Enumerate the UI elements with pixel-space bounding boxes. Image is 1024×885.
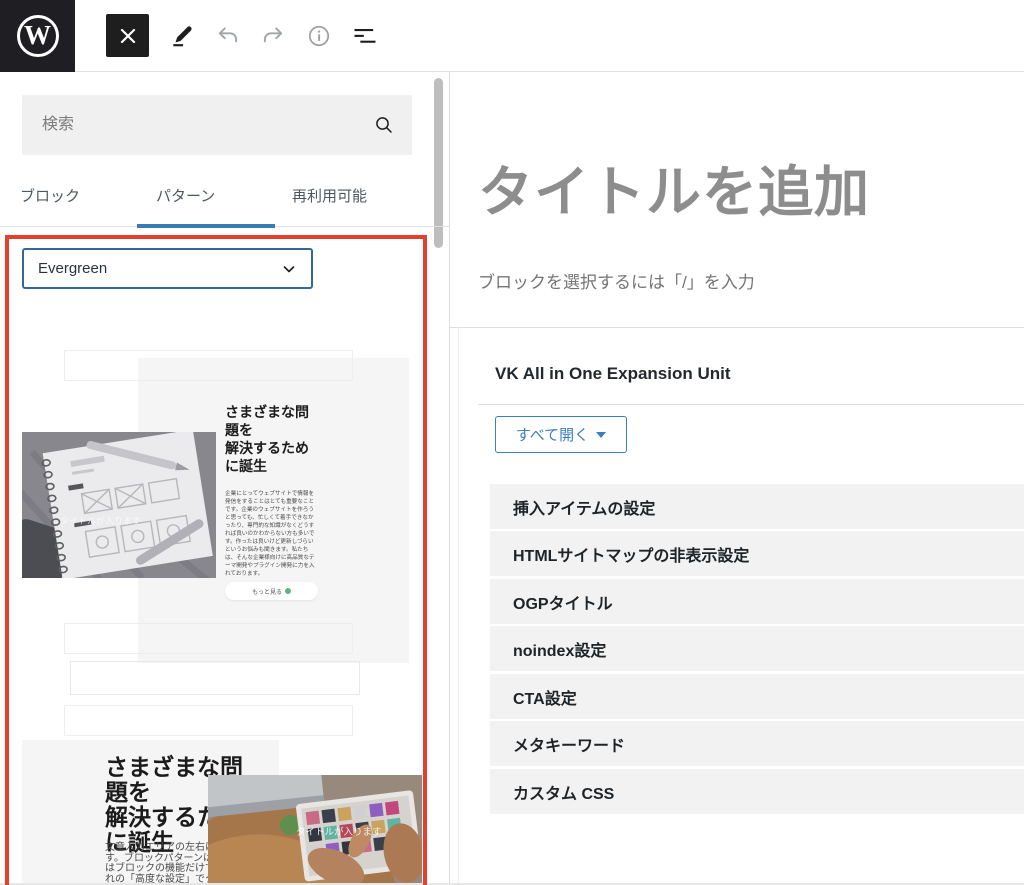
redo-button[interactable]: [259, 22, 287, 50]
metabox-divider: [450, 327, 1024, 328]
accordion-section-insert-items[interactable]: 挿入アイテムの設定: [490, 484, 1024, 529]
inserter-tabs: ブロック パターン 再利用可能: [0, 163, 450, 227]
pattern2-photo-caption: タイトルが入ります: [296, 826, 382, 838]
wordpress-block-editor: W: [0, 0, 1024, 885]
tab-patterns[interactable]: パターン: [156, 163, 215, 227]
metabox-title: VK All in One Expansion Unit: [495, 364, 731, 384]
chevron-down-icon: [281, 261, 297, 277]
more-button-label: もっと見る: [252, 587, 282, 596]
details-button[interactable]: [305, 22, 333, 50]
pattern1-photo-notebook: タイトルが入ります: [22, 432, 216, 578]
accordion-section-cta[interactable]: CTA設定: [490, 674, 1024, 719]
pattern-search-box: [22, 95, 412, 155]
list-view-icon: [351, 22, 379, 50]
expand-all-button[interactable]: すべて開く: [495, 416, 627, 453]
undo-button[interactable]: [214, 22, 242, 50]
pencil-icon: [169, 23, 195, 49]
metabox-left-border: [458, 327, 459, 885]
search-input[interactable]: [42, 95, 372, 155]
arrow-circle-icon: [285, 588, 291, 594]
pattern2-photo-tablet: タイトルが入ります: [208, 775, 422, 885]
editor-toolbar: W: [0, 0, 1024, 72]
redo-icon: [260, 23, 286, 49]
placeholder-box: [70, 661, 360, 695]
caret-down-icon: [596, 432, 606, 438]
pattern1-photo-caption: タイトルが入ります: [60, 515, 141, 526]
accordion-section-custom-css[interactable]: カスタム CSS: [490, 769, 1024, 814]
search-icon: [374, 115, 394, 135]
pattern1-heading: さまざまな問題を 解決するために誕生: [225, 403, 321, 475]
wordpress-logo-icon: W: [17, 15, 59, 57]
editor-canvas: タイトルを追加 ブロックを選択するには「/」を入力 VK All in One …: [450, 72, 1024, 885]
active-tab-indicator: [137, 224, 275, 228]
pattern-category-select[interactable]: Evergreen: [22, 248, 313, 289]
pattern1-placeholder-box: [64, 350, 353, 381]
pattern1-body: 企業にとってウェブサイトで情報を発信をすることはとても重要なことです。企業のウェ…: [225, 490, 315, 578]
wordpress-logo-letter: W: [24, 22, 51, 49]
tab-reusable[interactable]: 再利用可能: [292, 163, 367, 227]
edit-tool-button[interactable]: [168, 22, 196, 50]
undo-icon: [215, 23, 241, 49]
accordion-section-noindex[interactable]: noindex設定: [490, 626, 1024, 671]
placeholder-box: [64, 705, 353, 736]
wordpress-logo[interactable]: W: [0, 0, 75, 72]
list-view-button[interactable]: [351, 22, 379, 50]
accordion-section-ogp-title[interactable]: OGPタイトル: [490, 579, 1024, 624]
metabox-title-divider: [478, 404, 1024, 405]
info-icon: [306, 23, 332, 49]
accordion-section-meta-keywords[interactable]: メタキーワード: [490, 721, 1024, 766]
pattern-category-value: Evergreen: [38, 260, 107, 277]
placeholder-box: [64, 623, 353, 654]
tab-blocks[interactable]: ブロック: [20, 163, 80, 227]
block-appender-placeholder[interactable]: ブロックを選択するには「/」を入力: [478, 268, 755, 293]
post-title-input[interactable]: タイトルを追加: [478, 147, 870, 227]
block-inserter-panel: ブロック パターン 再利用可能 Evergreen: [0, 72, 450, 885]
pattern1-more-button: もっと見る: [225, 582, 318, 600]
expand-all-label: すべて開く: [516, 424, 589, 445]
close-icon: [119, 27, 137, 45]
block-inserter-toggle-button[interactable]: [106, 14, 149, 57]
accordion-section-html-sitemap[interactable]: HTMLサイトマップの非表示設定: [490, 531, 1024, 576]
